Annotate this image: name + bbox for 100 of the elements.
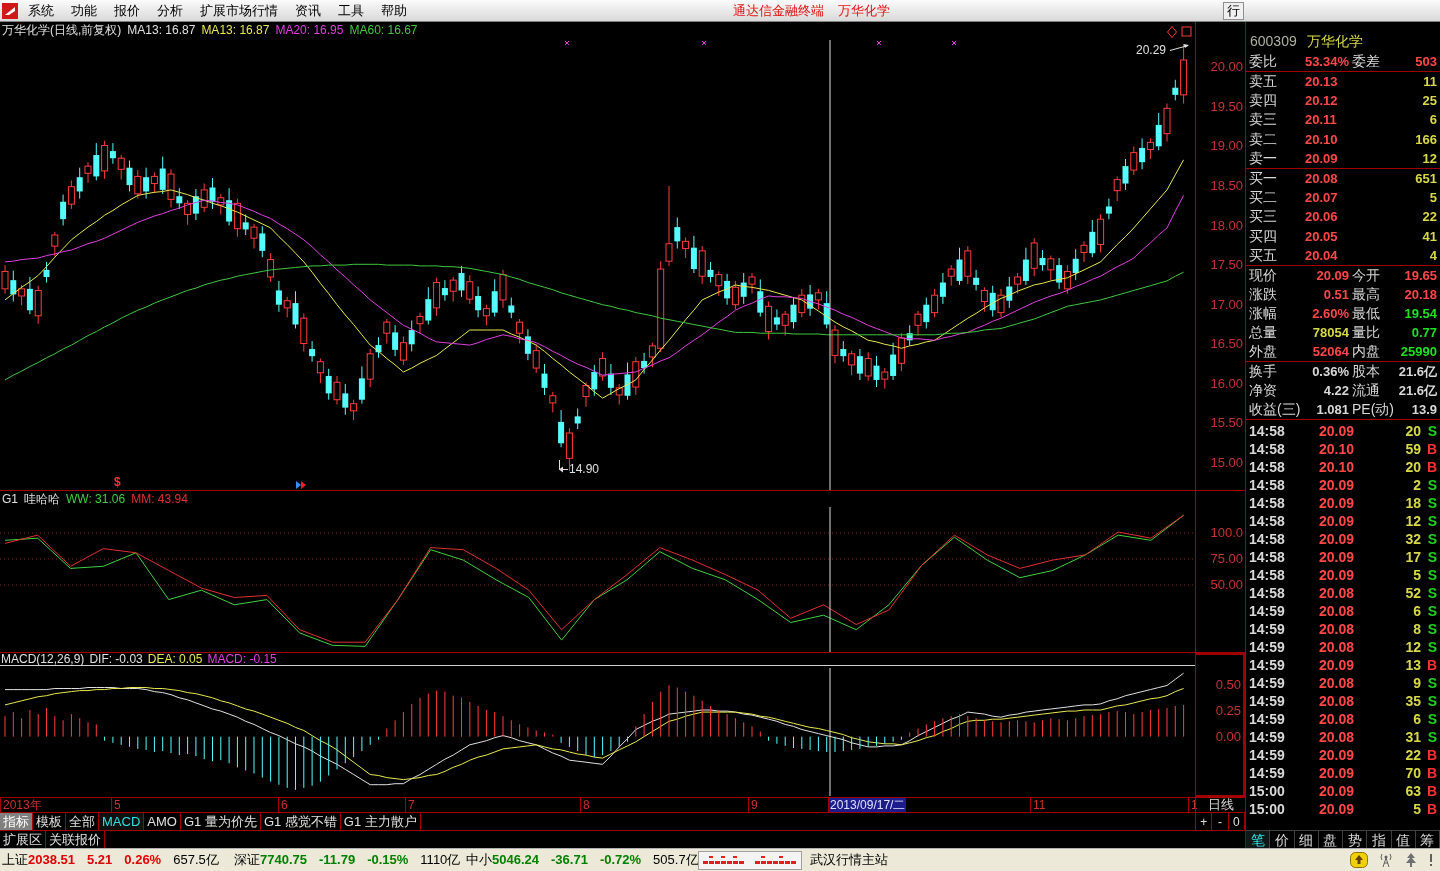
order-price: 20.07 [1305,189,1339,207]
trade-time: 14:58 [1249,567,1286,585]
order-level-label: 卖一 [1249,149,1278,167]
menu-item[interactable]: 分析 [157,2,183,19]
index-name: 深证 [234,852,260,868]
quote-value: 0.51 [1322,285,1349,303]
zoom-button[interactable]: + [1196,813,1213,830]
trade-price: 20.09 [1319,765,1356,783]
alert-icon[interactable] [1428,852,1434,868]
menu-item[interactable]: 报价 [114,2,140,19]
trade-volume: 17 [1404,549,1421,567]
legend-label: MM: 43.94 [131,492,188,506]
trade-time: 14:59 [1249,747,1286,765]
quote-value: 13.9 [1410,400,1437,418]
trade-price: 20.08 [1319,693,1356,711]
candlestick [51,231,59,257]
app-title: 通达信金融终端 [733,1,824,20]
trade-side: B [1425,801,1437,819]
indicator-tab[interactable]: AMO [144,813,181,830]
trade-side: B [1425,783,1437,801]
menu-item[interactable]: 工具 [338,2,364,19]
index-value: 5046.24 [492,852,539,868]
zoom-button[interactable]: - [1212,813,1229,830]
signal-mark: $ [114,475,121,489]
trade-price: 20.09 [1319,513,1356,531]
quote-label: 委比 [1249,53,1278,70]
trade-volume: 32 [1404,531,1421,549]
indicator-tab[interactable]: 全部 [66,813,99,830]
axis-label: 100.0 [1209,525,1244,541]
quote-value: 19.65 [1403,266,1437,284]
trade-price: 20.08 [1319,711,1356,729]
date-axis-label: 2013年 [2,798,42,812]
trade-volume: 6 [1412,603,1421,621]
menu-item[interactable]: 帮助 [381,2,407,19]
trade-time: 15:00 [1249,801,1286,819]
trade-time: 14:58 [1249,495,1286,513]
quote-value: 52064 [1311,342,1349,360]
signal-meter-icon [698,850,802,870]
trade-time: 14:58 [1249,423,1286,441]
zoom-button[interactable]: 0 [1228,813,1245,830]
trade-time: 15:00 [1249,783,1286,801]
diamond-icon [1167,26,1177,38]
stock-name: 万华化学 [1306,33,1363,50]
trade-volume: 5 [1412,801,1421,819]
axis-label: 15.50 [1209,415,1244,432]
trade-side: B [1425,657,1437,675]
trade-volume: 52 [1404,585,1421,603]
panel-tab[interactable]: 指标 [0,813,33,830]
order-level-label: 买二 [1249,189,1278,207]
quote-value: 4.22 [1322,381,1349,399]
indicator-tab[interactable]: MACD [99,813,145,830]
extension-tab[interactable]: 扩展区 [0,831,46,848]
quote-label: 量比 [1352,323,1380,341]
chart-title: 万华化学(日线,前复权) [2,23,122,37]
order-price: 20.13 [1305,73,1339,91]
stock-title: 万华化学 [838,1,890,20]
panel-tab[interactable]: 模板 [33,813,66,830]
quote-label: 涨幅 [1249,304,1278,322]
date-axis-label: 6 [280,798,288,812]
order-price: 20.06 [1305,208,1339,226]
menu-item[interactable]: 功能 [71,2,97,19]
trade-volume: 22 [1404,747,1421,765]
menu-item[interactable]: 资讯 [295,2,321,19]
trade-side: S [1426,567,1437,585]
quote-label: 外盘 [1249,342,1278,360]
order-price: 20.09 [1305,149,1339,167]
extension-tab[interactable]: 关联报价 [46,831,105,848]
axis-label: 15.00 [1209,455,1244,472]
menu-item[interactable]: 系统 [28,2,54,19]
menu-item[interactable]: 扩展市场行情 [200,2,278,19]
quote-value: 20.18 [1403,285,1437,303]
antenna-icon[interactable] [1378,852,1394,868]
axis-label: 50.00 [1209,577,1244,593]
trade-side: S [1426,711,1437,729]
index-value: 7740.75 [260,852,307,868]
app-logo-icon [2,2,18,19]
trade-volume: 13 [1404,657,1421,675]
trade-price: 20.09 [1319,531,1356,549]
server-name: 武汉行情主站 [810,852,888,868]
quote-label: 流通 [1352,381,1380,399]
high-price-label: 20.29 [1136,43,1167,57]
trade-side: S [1426,585,1437,603]
trade-volume: 59 [1404,441,1421,459]
quote-button[interactable]: 行 [1223,1,1244,20]
order-volume: 25 [1421,92,1437,110]
trade-time: 14:59 [1249,729,1286,747]
update-icon[interactable] [1350,852,1368,868]
detail-tab[interactable]: 笔 [1246,831,1271,848]
trade-side: B [1425,441,1437,459]
trade-price: 20.08 [1319,621,1356,639]
axis-label: 16.50 [1209,336,1244,353]
trade-volume: 35 [1404,693,1421,711]
date-axis-label: 5 [113,798,121,812]
trade-price: 20.09 [1319,801,1356,819]
trade-time: 14:59 [1249,765,1286,783]
legend-label: MA13: 16.87 [127,23,196,37]
tower-icon[interactable] [1404,852,1418,868]
index-percent: 0.26% [124,852,162,868]
indicator-title: 哇哈哈 [24,492,60,506]
quote-value: 503 [1414,53,1437,70]
